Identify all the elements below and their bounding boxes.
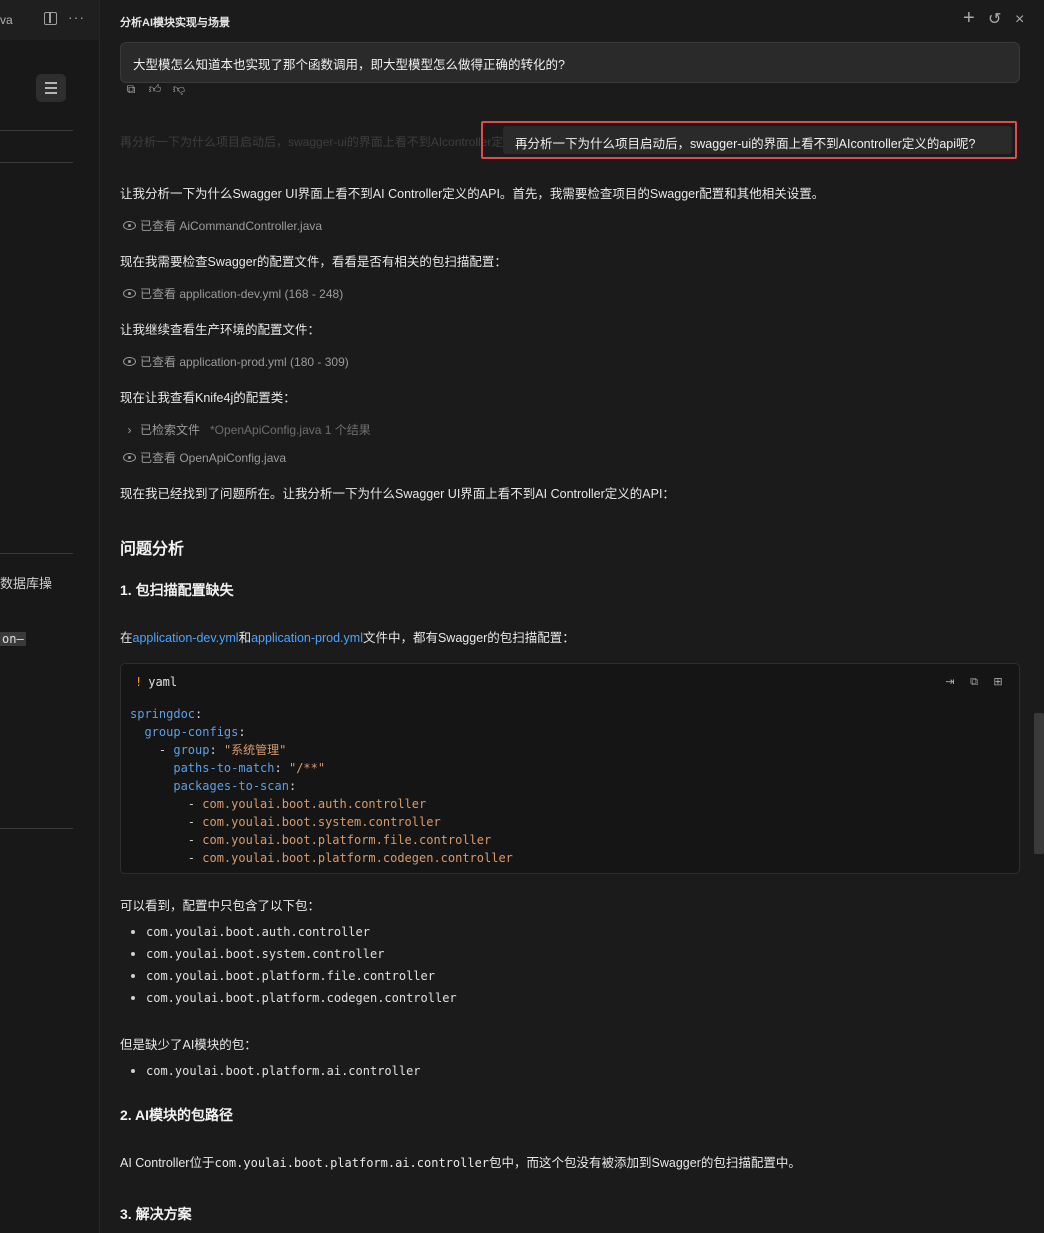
sub-heading: 1. 包扫描配置缺失 <box>120 582 234 598</box>
section-heading: 问题分析 <box>120 541 185 558</box>
outline-icon[interactable] <box>36 74 66 102</box>
tool-call[interactable]: 已查看 application-dev.yml (168 - 248) <box>123 285 343 302</box>
new-chat-icon[interactable]: + <box>963 8 975 28</box>
response-text: 在application-dev.yml和application-prod.ym… <box>120 631 575 645</box>
tool-call[interactable]: 已查看 application-prod.yml (180 - 309) <box>123 353 349 370</box>
response-text: 现在我需要检查Swagger的配置文件，看看是否有相关的包扫描配置： <box>120 255 507 269</box>
chevron-right-icon: › <box>127 422 132 437</box>
user-question-bubble[interactable]: 大型模怎么知道本也实现了那个函数调用，即大型模型怎么做得正确的转化的? <box>120 42 1020 83</box>
code-toolbar: ⇥ ⧉ ⊞ <box>943 675 1005 689</box>
tool-call[interactable]: 已查看 OpenApiConfig.java <box>123 449 286 466</box>
sidebar-text: 数据库操 <box>0 576 53 591</box>
code-content: springdoc: group-configs: - group: "系统管理… <box>130 707 513 865</box>
followup-highlight: 再分析一下为什么项目启动后，swagger-ui的界面上看不到AIcontrol… <box>481 121 1017 159</box>
sub-heading: 3. 解决方案 <box>120 1206 192 1222</box>
file-link[interactable]: application-dev.yml <box>133 631 239 645</box>
tool-call[interactable]: 已查看 AiCommandController.java <box>123 217 322 234</box>
list-item: com.youlai.boot.platform.file.controller <box>128 965 457 987</box>
thumbs-down-icon[interactable]: 👎︎ <box>172 82 186 96</box>
left-sidebar: va ··· 数据库操 on– <box>0 0 100 1233</box>
copy-icon[interactable]: ⧉ <box>967 675 981 689</box>
eye-icon <box>123 221 136 230</box>
eye-icon <box>123 357 136 366</box>
followup-bubble[interactable]: 再分析一下为什么项目启动后，swagger-ui的界面上看不到AIcontrol… <box>503 126 1012 154</box>
close-icon[interactable]: × <box>1015 10 1024 30</box>
thumbs-up-icon[interactable]: 👍︎ <box>148 82 162 96</box>
tool-call-search[interactable]: › 已检索文件 *OpenApiConfig.java 1 个结果 <box>123 421 371 438</box>
package-list: com.youlai.boot.auth.controller com.youl… <box>128 921 457 1009</box>
scrollbar[interactable] <box>1034 713 1044 854</box>
list-item: com.youlai.boot.platform.codegen.control… <box>128 987 457 1009</box>
split-view-icon[interactable] <box>44 12 57 25</box>
response-text: 可以看到，配置中只包含了以下包： <box>120 899 321 913</box>
eye-icon <box>123 453 136 462</box>
response-text: 现在让我查看Knife4j的配置类： <box>120 391 296 405</box>
response-text: AI Controller位于com.youlai.boot.platform.… <box>120 1156 801 1170</box>
copy-icon[interactable]: ⧉ <box>124 82 138 96</box>
list-item: com.youlai.boot.auth.controller <box>128 921 457 943</box>
list-item: com.youlai.boot.platform.ai.controller <box>128 1060 421 1082</box>
history-icon[interactable]: ↺ <box>988 10 1001 30</box>
chat-header: 分析AI模块实现与场景 + ↺ × <box>101 0 1044 40</box>
code-language: ! yaml <box>135 675 178 689</box>
response-text: 但是缺少了AI模块的包： <box>120 1038 257 1052</box>
insert-icon[interactable]: ⇥ <box>943 675 957 689</box>
sub-heading: 2. AI模块的包路径 <box>120 1107 234 1123</box>
divider <box>0 162 73 163</box>
response-text: 让我分析一下为什么Swagger UI界面上看不到AI Controller定义… <box>120 187 825 201</box>
expand-icon[interactable]: ⊞ <box>991 675 1005 689</box>
code-block: ! yaml ⇥ ⧉ ⊞ springdoc: group-configs: - … <box>120 663 1020 874</box>
response-text: 现在我已经找到了问题所在。让我分析一下为什么Swagger UI界面上看不到AI… <box>120 487 675 501</box>
divider <box>0 553 73 554</box>
yaml-icon: ! <box>135 675 143 689</box>
divider <box>0 828 73 829</box>
sidebar-highlight-text: on– <box>0 632 26 646</box>
more-icon[interactable]: ··· <box>68 9 85 25</box>
chat-panel: 分析AI模块实现与场景 + ↺ × 大型模怎么知道本也实现了那个函数调用，即大型… <box>101 0 1044 1233</box>
message-feedback: ⧉ 👍︎ 👎︎ <box>124 82 186 96</box>
chat-title: 分析AI模块实现与场景 <box>120 17 230 29</box>
editor-tab-name[interactable]: va <box>0 13 13 27</box>
list-item: com.youlai.boot.system.controller <box>128 943 457 965</box>
missing-package-list: com.youlai.boot.platform.ai.controller <box>128 1060 421 1082</box>
file-link[interactable]: application-prod.yml <box>251 631 363 645</box>
response-text: 让我继续查看生产环境的配置文件： <box>120 323 321 337</box>
eye-icon <box>123 289 136 298</box>
left-tabbar: va ··· <box>0 0 99 40</box>
divider <box>0 130 73 131</box>
